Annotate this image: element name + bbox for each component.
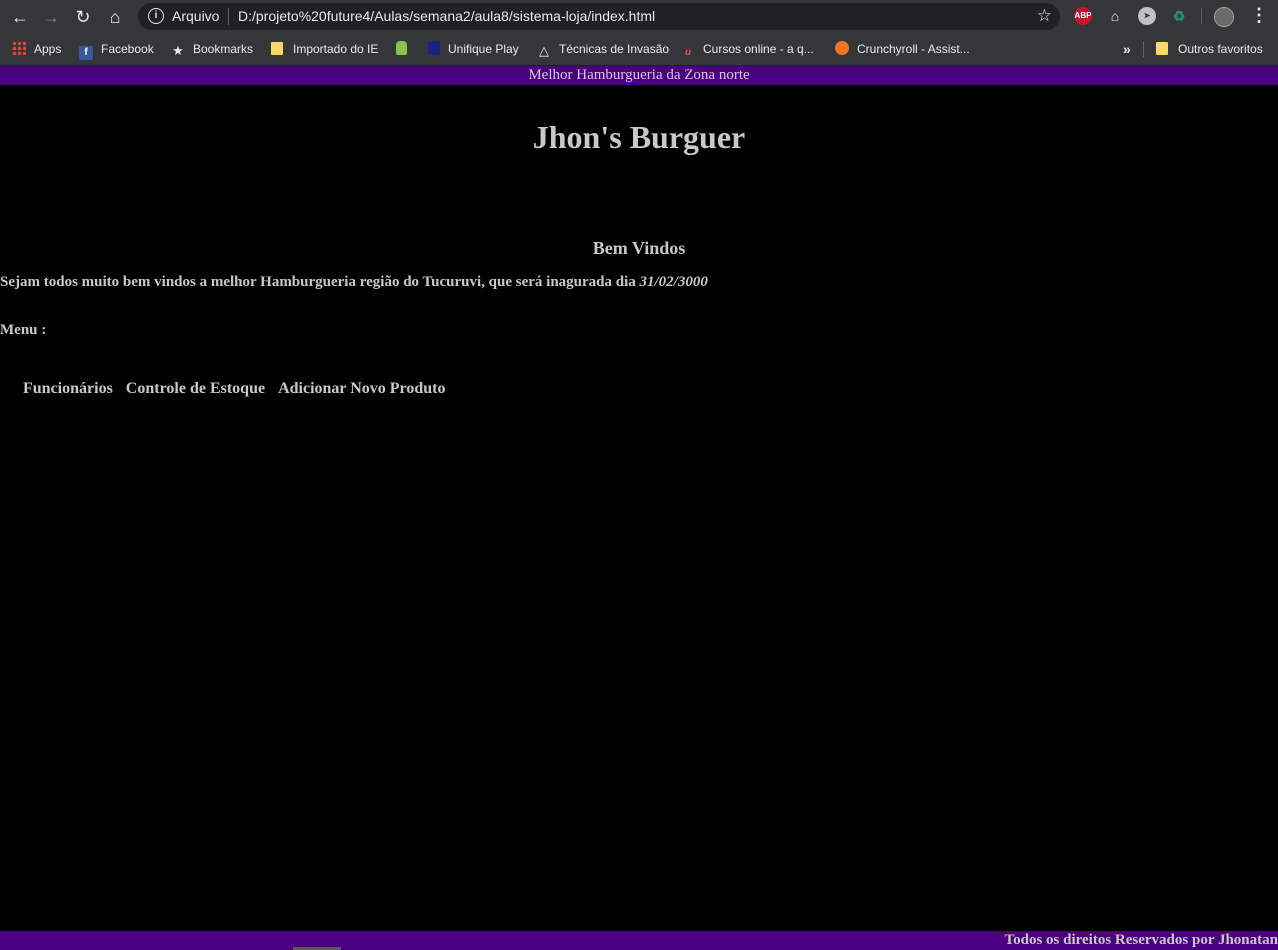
address-bar[interactable]: i Arquivo D:/projeto%20future4/Aulas/sem… (138, 3, 1060, 30)
forward-arrow-icon[interactable]: → (38, 4, 64, 30)
home-extension-icon[interactable]: ⌂ (1106, 7, 1124, 25)
opening-date: 31/02/3000 (639, 274, 708, 290)
bookmarks-bar: Apps f Facebook ★ Bookmarks Importado do I… (0, 33, 1278, 66)
chrome-menu-icon[interactable]: ⋮ (1250, 5, 1268, 26)
crunchyroll-icon (835, 41, 849, 55)
bookmark-label: Unifique Play (448, 42, 519, 56)
star-icon: ★ (172, 43, 184, 58)
bookmarks-overflow-icon[interactable]: » (1123, 41, 1131, 57)
facebook-icon: f (79, 46, 93, 60)
bookmark-label: Apps (34, 42, 62, 56)
menu-item-adicionar-produto[interactable]: Adicionar Novo Produto (278, 380, 445, 398)
back-arrow-icon[interactable]: ← (7, 4, 33, 30)
android-icon (396, 41, 407, 55)
toolbar-divider (1201, 8, 1202, 24)
apps-grid-icon (12, 41, 26, 55)
bookmark-importado-ie[interactable]: Importado do IE (271, 41, 378, 57)
bookmark-label: Cursos online - a q... (703, 42, 814, 56)
reload-icon[interactable]: ↻ (70, 4, 96, 30)
bookmark-label: Crunchyroll - Assist... (857, 42, 970, 56)
menu-item-funcionarios[interactable]: Funcionários (23, 380, 113, 398)
footer-text: Todos os direitos Reservados por Jhonata… (1004, 932, 1278, 948)
bookmark-label: Facebook (101, 42, 154, 56)
welcome-paragraph: Sejam todos muito bem vindos a melhor Ha… (0, 274, 708, 291)
home-icon[interactable]: ⌂ (102, 4, 128, 30)
bookmark-label: Técnicas de Invasão (559, 42, 670, 56)
compass-extension-icon[interactable]: ➤ (1138, 7, 1156, 25)
browser-toolbar: ← → ↻ ⌂ i Arquivo D:/projeto%20future4/A… (0, 0, 1278, 33)
bookmark-android[interactable] (396, 41, 415, 57)
folder-icon (271, 42, 283, 55)
adblock-extension-icon[interactable]: ABP (1074, 7, 1092, 25)
folder-icon (1156, 42, 1168, 55)
info-icon[interactable]: i (148, 8, 164, 24)
bookmark-facebook[interactable]: f Facebook (79, 41, 154, 60)
bookmark-tecnicas-invasao[interactable]: △ Técnicas de Invasão (537, 41, 670, 58)
top-banner: Melhor Hamburgueria da Zona norte (0, 66, 1278, 85)
site-title: Jhon's Burguer (532, 119, 746, 155)
triangle-icon: △ (539, 43, 549, 58)
menu-list: Funcionários Controle de Estoque Adicion… (23, 380, 458, 398)
udemy-icon: u (684, 47, 692, 58)
omnibox-scheme-label: Arquivo (172, 8, 220, 24)
bookmark-label: Importado do IE (293, 42, 379, 56)
bookmark-label: Outros favoritos (1178, 42, 1263, 56)
welcome-text: Sejam todos muito bem vindos a melhor Ha… (0, 274, 640, 290)
bookmark-crunchyroll[interactable]: Crunchyroll - Assist... (835, 41, 970, 57)
menu-label: Menu : (0, 322, 47, 338)
bookmark-outros-favoritos[interactable]: Outros favoritos (1156, 41, 1263, 57)
bookmark-star-icon[interactable]: ☆ (1037, 6, 1052, 26)
welcome-heading: Bem Vindos (592, 238, 686, 258)
bookmark-apps[interactable]: Apps (12, 41, 61, 57)
recycle-extension-icon[interactable]: ♻ (1170, 7, 1188, 25)
bookmark-unifique-play[interactable]: Unifique Play (428, 41, 519, 57)
bookmark-bookmarks[interactable]: ★ Bookmarks (171, 41, 254, 58)
profile-avatar[interactable] (1214, 7, 1234, 27)
footer: Todos os direitos Reservados por Jhonata… (0, 931, 1278, 950)
bookmark-label: Bookmarks (193, 42, 254, 56)
bookmark-udemy[interactable]: u Cursos online - a q... (681, 41, 814, 58)
url-text[interactable]: D:/projeto%20future4/Aulas/semana2/aula8… (238, 8, 655, 24)
bookmarks-divider (1143, 41, 1144, 57)
menu-item-controle-estoque[interactable]: Controle de Estoque (126, 380, 265, 398)
omnibox-divider (228, 8, 229, 25)
unifique-icon (428, 41, 440, 55)
